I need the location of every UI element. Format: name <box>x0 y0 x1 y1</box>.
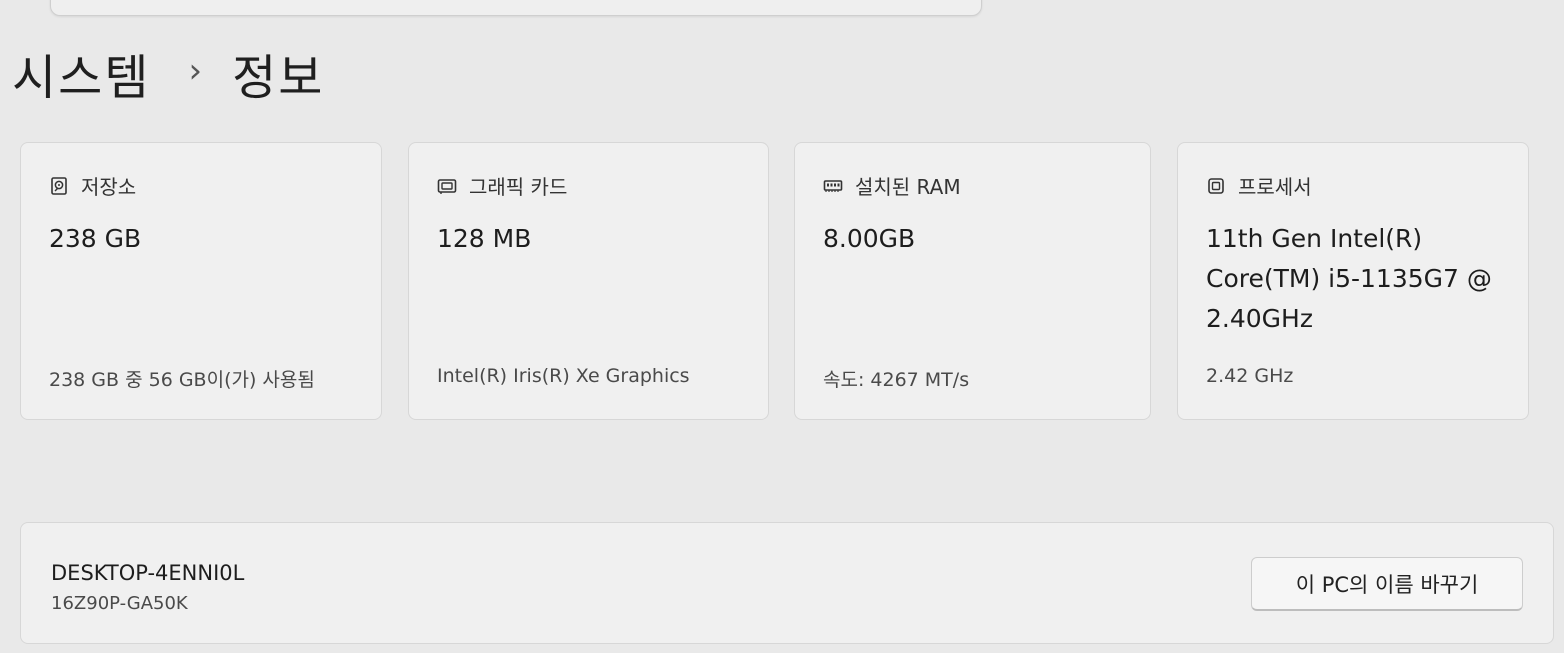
processor-card-header: 프로세서 <box>1206 171 1312 200</box>
processor-card: 프로세서 11th Gen Intel(R) Core(TM) i5-1135G… <box>1177 142 1529 420</box>
ram-icon <box>823 179 843 192</box>
ram-value: 8.00GB <box>823 224 916 253</box>
graphics-card-value: 128 MB <box>437 224 532 253</box>
ram-card-header: 설치된 RAM <box>823 171 961 200</box>
graphics-card-title: 그래픽 카드 <box>469 175 568 199</box>
graphics-card-detail: Intel(R) Iris(R) Xe Graphics <box>437 365 690 387</box>
processor-title: 프로세서 <box>1238 175 1312 199</box>
storage-card: 저장소 238 GB 238 GB 중 56 GB이(가) 사용됨 <box>20 142 382 420</box>
breadcrumb-parent[interactable]: 시스템 <box>12 38 150 108</box>
breadcrumb-separator: › <box>188 51 205 91</box>
ram-detail: 속도: 4267 MT/s <box>823 369 970 391</box>
graphics-card-header: 그래픽 카드 <box>437 171 567 200</box>
ram-card: 설치된 RAM 8.00GB 속도: 4267 MT/s <box>794 142 1151 420</box>
ram-title: 설치된 RAM <box>855 175 961 199</box>
storage-card-header: 저장소 <box>49 171 136 200</box>
processor-icon <box>1208 177 1224 194</box>
processor-detail: 2.42 GHz <box>1206 365 1294 387</box>
device-name-card: DESKTOP-4ENNI0L 16Z90P-GA50K 이 PC의 이름 바꾸… <box>20 522 1554 644</box>
storage-icon <box>51 176 67 195</box>
storage-detail: 238 GB 중 56 GB이(가) 사용됨 <box>49 369 315 391</box>
storage-title: 저장소 <box>81 175 137 199</box>
graphics-card-icon <box>437 178 457 194</box>
storage-value: 238 GB <box>49 224 142 253</box>
graphics-card-card: 그래픽 카드 128 MB Intel(R) Iris(R) Xe Graphi… <box>408 142 769 420</box>
breadcrumb: 시스템 › 정보 <box>12 38 324 108</box>
device-model: 16Z90P-GA50K <box>51 593 188 614</box>
page-title: 정보 <box>232 50 325 106</box>
top-card-fragment <box>50 0 982 16</box>
device-name: DESKTOP-4ENNI0L <box>51 561 245 585</box>
processor-value: 11th Gen Intel(R) Core(TM) i5-1135G7 @ 2… <box>1206 224 1492 333</box>
rename-pc-button[interactable]: 이 PC의 이름 바꾸기 <box>1251 557 1523 611</box>
